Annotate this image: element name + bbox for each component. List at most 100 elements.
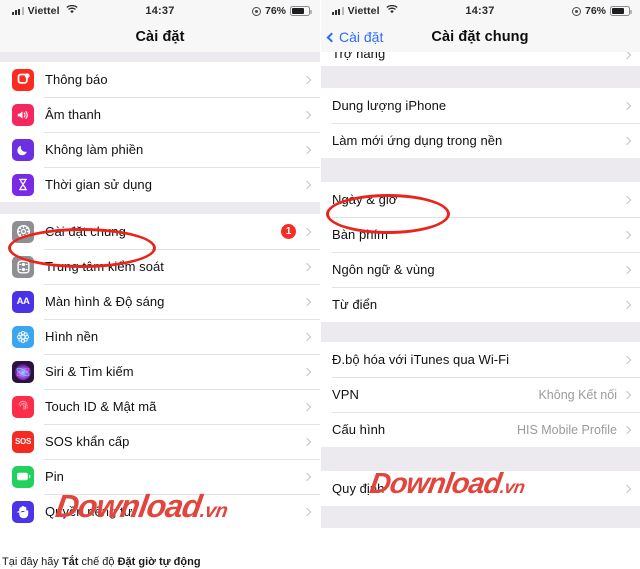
list-item[interactable]: Ngôn ngữ & vùng: [320, 252, 640, 287]
caption-prefix: Tại đây hãy: [2, 556, 62, 568]
chevron-right-icon: [302, 297, 312, 306]
watermark-suffix: .vn: [498, 477, 527, 497]
list-item[interactable]: Không làm phiền: [0, 132, 320, 167]
list-item-label: Không làm phiền: [45, 142, 144, 157]
sounds-icon: [12, 103, 34, 126]
control-center-icon: [12, 255, 34, 278]
emergency-sos-icon: SOS: [12, 430, 34, 453]
rotation-lock-icon: [251, 6, 261, 16]
list-item-value: Không Kết nối: [538, 387, 617, 402]
chevron-right-icon: [622, 484, 632, 493]
chevron-right-icon: [622, 425, 632, 434]
screenshot-stage: Viettel 14:37 76% Cài đặt Thông báo Âm th…: [0, 0, 640, 569]
list-item-label: Đ.bộ hóa với iTunes qua Wi-Fi: [332, 352, 510, 367]
right-phone-screen: Viettel 14:37 76% Cài đặt Cài đặt chung …: [320, 0, 640, 545]
list-item-label: Trợ năng: [332, 52, 386, 61]
chevron-right-icon: [302, 472, 312, 481]
list-item[interactable]: Từ điển: [320, 287, 640, 322]
privacy-hand-icon: [12, 500, 34, 523]
watermark-download-vn-right: Download.vn: [367, 468, 527, 501]
section-separator: [0, 52, 320, 62]
status-right-group: 76%: [251, 5, 312, 17]
section-separator: [0, 202, 320, 214]
list-item-label: Hình nền: [45, 329, 99, 344]
list-item-label: Trung tâm kiểm soát: [45, 259, 164, 274]
chevron-right-icon: [302, 75, 312, 84]
chevron-right-icon: [302, 437, 312, 446]
settings-list-left: Thông báo Âm thanh Không làm phiền Thời gia…: [0, 52, 320, 529]
list-item[interactable]: Thông báo: [0, 62, 320, 97]
list-item[interactable]: Trung tâm kiểm soát: [0, 249, 320, 284]
section-separator: [320, 66, 640, 88]
list-item[interactable]: AA Màn hình & Độ sáng: [0, 284, 320, 319]
list-item-label: Dung lượng iPhone: [332, 98, 447, 113]
list-item[interactable]: Dung lượng iPhone: [320, 88, 640, 123]
rotation-lock-icon: [571, 6, 581, 16]
chevron-left-icon: [326, 32, 337, 42]
list-item-label: Pin: [45, 469, 64, 484]
back-button[interactable]: Cài đặt: [326, 29, 384, 45]
chevron-right-icon: [622, 230, 632, 239]
nav-bar-left: Cài đặt: [0, 22, 320, 52]
general-gear-icon: [12, 220, 34, 243]
chevron-right-icon: [622, 195, 632, 204]
list-item-label: Bàn phím: [332, 227, 389, 242]
list-item-label: Touch ID & Mật mã: [45, 399, 157, 414]
list-item-label: VPN: [332, 387, 359, 402]
list-item-label: Từ điển: [332, 297, 378, 312]
chevron-right-icon: [622, 390, 632, 399]
list-item[interactable]: Touch ID & Mật mã: [0, 389, 320, 424]
display-brightness-icon: AA: [12, 290, 34, 313]
list-item[interactable]: Làm mới ứng dụng trong nền: [320, 123, 640, 158]
status-bar-right: Viettel 14:37 76%: [320, 0, 640, 22]
list-item[interactable]: Siri & Tìm kiếm: [0, 354, 320, 389]
list-item[interactable]: Cấu hình HIS Mobile Profile: [320, 412, 640, 447]
page-title: Cài đặt: [135, 29, 185, 45]
chevron-right-icon: [302, 402, 312, 411]
list-item[interactable]: Thời gian sử dụng: [0, 167, 320, 202]
chevron-right-icon: [302, 227, 312, 236]
section-separator: [320, 158, 640, 182]
caption-bold-off: Tắt: [61, 556, 79, 568]
list-item-label: Cấu hình: [332, 422, 386, 437]
list-item-label: Thông báo: [45, 72, 108, 87]
list-item-label: Thời gian sử dụng: [45, 177, 152, 192]
list-item-label: Ngày & giờ: [332, 192, 398, 207]
chevron-right-icon: [302, 367, 312, 376]
list-item[interactable]: Đ.bộ hóa với iTunes qua Wi-Fi: [320, 342, 640, 377]
chevron-right-icon: [302, 507, 312, 516]
watermark-suffix: .vn: [198, 500, 230, 522]
chevron-right-icon: [622, 101, 632, 110]
nav-bar-right: Cài đặt Cài đặt chung: [320, 22, 640, 52]
watermark-text: Download: [53, 488, 204, 524]
do-not-disturb-icon: [12, 138, 34, 161]
list-item-label: Cài đặt chung: [45, 224, 126, 239]
battery-settings-icon: [12, 465, 34, 488]
list-item-label: Âm thanh: [45, 107, 102, 122]
list-item[interactable]: VPN Không Kết nối: [320, 377, 640, 412]
list-item-label: Màn hình & Độ sáng: [45, 294, 165, 309]
left-phone-screen: Viettel 14:37 76% Cài đặt Thông báo Âm th…: [0, 0, 320, 545]
list-item[interactable]: Cài đặt chung 1: [0, 214, 320, 249]
touch-id-icon: [12, 395, 34, 418]
chevron-right-icon: [302, 332, 312, 341]
chevron-right-icon: [302, 262, 312, 271]
list-item[interactable]: Ngày & giờ: [320, 182, 640, 217]
chevron-right-icon: [302, 110, 312, 119]
caption-bold-auto-time: Đặt giờ tự động: [117, 556, 201, 568]
caption-text: Tại đây hãy Tắt chế độ Đặt giờ tự động: [2, 556, 402, 568]
battery-icon: [610, 6, 632, 16]
list-item[interactable]: Bàn phím: [320, 217, 640, 252]
list-item[interactable]: Hình nền: [0, 319, 320, 354]
battery-percent-label: 76%: [584, 5, 606, 17]
back-button-label: Cài đặt: [339, 29, 384, 45]
list-item[interactable]: Âm thanh: [0, 97, 320, 132]
settings-list-right: Trợ năng Dung lượng iPhone Làm mới ứng dụn…: [320, 52, 640, 528]
status-right-group: 76%: [571, 5, 632, 17]
chevron-right-icon: [622, 136, 632, 145]
watermark-download-vn-left: Download.vn: [53, 488, 231, 525]
siri-search-icon: [12, 360, 34, 383]
screen-time-icon: [12, 173, 34, 196]
list-item[interactable]: SOS SOS khẩn cấp: [0, 424, 320, 459]
list-item-clipped[interactable]: Trợ năng: [320, 52, 640, 66]
